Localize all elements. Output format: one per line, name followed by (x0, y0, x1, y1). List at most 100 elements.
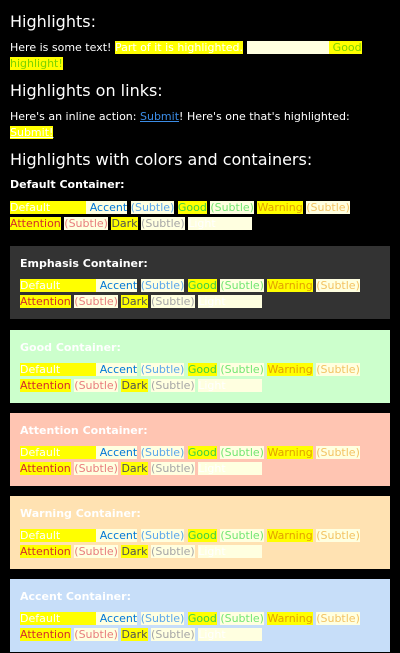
sample-dark-subtle: (Subtle) (151, 628, 195, 641)
container-title: Default Container: (10, 178, 125, 191)
good-highlight-text-2: highlight! (10, 57, 63, 70)
sample-attention-subtle: (Subtle) (74, 545, 118, 558)
sample-good: Good (187, 279, 217, 292)
sample-default: Default (10, 201, 87, 214)
sample-dark-subtle: (Subtle) (141, 217, 185, 230)
color-samples-row-2: Attention (Subtle) Dark (Subtle) Light (10, 216, 390, 232)
sample-accent-subtle: (Subtle) (140, 363, 185, 376)
sample-accent-subtle: (Subtle) (140, 279, 185, 292)
sample-dark: Dark (121, 462, 148, 475)
sample-light: Light (198, 545, 262, 558)
container-title: Warning Container: (20, 507, 141, 520)
sample-light: Light (188, 217, 252, 230)
sample-accent: Accent (99, 446, 138, 459)
plain-text: Here is some text! (10, 41, 115, 54)
sample-warning-subtle: (Subtle) (316, 446, 360, 459)
sample-dark: Dark (111, 217, 138, 230)
sample-dark-subtle: (Subtle) (151, 545, 195, 558)
sample-light: Light (198, 628, 262, 641)
sample-attention: Attention (10, 217, 61, 230)
container-title: Accent Container: (20, 590, 131, 603)
space-text (243, 41, 247, 54)
sample-light: Light (198, 462, 262, 475)
color-samples-row-1: Default Accent (Subtle) Good (Subtle) Wa… (10, 200, 390, 216)
links-text-1: Here's an inline action: (10, 110, 140, 123)
sample-attention: Attention (20, 545, 71, 558)
sample-good-subtle: (Subtle) (220, 446, 264, 459)
sample-default: Default (20, 446, 97, 459)
submit-link-highlighted[interactable]: Submit! (10, 126, 54, 139)
sample-default: Default (20, 279, 97, 292)
sample-warning: Warning (267, 279, 313, 292)
sample-dark-subtle: (Subtle) (151, 462, 195, 475)
sample-dark-subtle: (Subtle) (151, 295, 195, 308)
container-title: Emphasis Container: (20, 257, 148, 270)
sample-attention-subtle: (Subtle) (74, 295, 118, 308)
sample-dark: Dark (121, 628, 148, 641)
links-paragraph: Here's an inline action: Submit! Here's … (10, 109, 390, 141)
color-samples-row-2: Attention (Subtle) Dark (Subtle) Light (20, 544, 380, 560)
sample-accent: Accent (99, 363, 138, 376)
highlighted-text: Part of it is highlighted. (114, 41, 244, 54)
colors-heading: Highlights with colors and containers: (10, 150, 313, 169)
color-samples-row-1: Default Accent (Subtle) Good (Subtle) Wa… (20, 528, 380, 544)
accent-container: Accent Container: Default Accent (Subtle… (10, 579, 390, 652)
default-container: Default Container: Default Accent (Subtl… (10, 177, 390, 232)
sample-good-subtle: (Subtle) (220, 529, 264, 542)
sample-attention: Attention (20, 379, 71, 392)
sample-default: Default (20, 363, 97, 376)
lighter-highlight-text: Some is lighter (246, 41, 330, 54)
color-samples-row-1: Default Accent (Subtle) Good (Subtle) Wa… (20, 445, 380, 461)
sample-light: Light (198, 379, 262, 392)
container-title: Good Container: (20, 341, 121, 354)
sample-warning-subtle: (Subtle) (316, 279, 360, 292)
sample-warning: Warning (257, 201, 303, 214)
color-samples-row-1: Default Accent (Subtle) Good (Subtle) Wa… (20, 611, 380, 627)
color-samples-row-2: Attention (Subtle) Dark (Subtle) Light (20, 461, 380, 477)
sample-accent-subtle: (Subtle) (140, 446, 185, 459)
sample-good: Good (177, 201, 207, 214)
sample-warning: Warning (267, 363, 313, 376)
links-heading: Highlights on links: (10, 81, 163, 100)
color-samples-row-2: Attention (Subtle) Dark (Subtle) Light (20, 294, 380, 310)
sample-dark-subtle: (Subtle) (151, 379, 195, 392)
sample-dark: Dark (121, 295, 148, 308)
sample-good-subtle: (Subtle) (210, 201, 254, 214)
links-text-2: ! Here's one that's highlighted: (179, 110, 350, 123)
sample-warning: Warning (267, 446, 313, 459)
sample-attention: Attention (20, 462, 71, 475)
sample-accent-subtle: (Subtle) (140, 529, 185, 542)
sample-good: Good (187, 529, 217, 542)
sample-warning: Warning (267, 612, 313, 625)
sample-good-subtle: (Subtle) (220, 612, 264, 625)
sample-accent-subtle: (Subtle) (140, 612, 185, 625)
sample-good: Good (187, 612, 217, 625)
color-samples-row-1: Default Accent (Subtle) Good (Subtle) Wa… (20, 362, 380, 378)
sample-accent: Accent (99, 279, 138, 292)
adaptive-card: Highlights: Here is some text! Part of i… (0, 0, 400, 652)
sample-accent: Accent (99, 612, 138, 625)
sample-warning-subtle: (Subtle) (306, 201, 350, 214)
sample-warning: Warning (267, 529, 313, 542)
sample-dark: Dark (121, 379, 148, 392)
sample-accent-subtle: (Subtle) (130, 201, 175, 214)
good-container: Good Container: Default Accent (Subtle) … (10, 330, 390, 403)
sample-good-subtle: (Subtle) (220, 279, 264, 292)
attention-container: Attention Container: Default Accent (Sub… (10, 413, 390, 486)
color-samples-row-1: Default Accent (Subtle) Good (Subtle) Wa… (20, 278, 380, 294)
sample-default: Default (20, 612, 97, 625)
sample-attention: Attention (20, 628, 71, 641)
sample-warning-subtle: (Subtle) (316, 363, 360, 376)
submit-link[interactable]: Submit (140, 110, 179, 123)
sample-good: Good (187, 446, 217, 459)
sample-accent: Accent (99, 529, 138, 542)
sample-accent: Accent (89, 201, 128, 214)
sample-attention: Attention (20, 295, 71, 308)
sample-attention-subtle: (Subtle) (74, 379, 118, 392)
sample-warning-subtle: (Subtle) (316, 612, 360, 625)
highlights-heading: Highlights: (10, 12, 96, 31)
sample-attention-subtle: (Subtle) (74, 628, 118, 641)
sample-attention-subtle: (Subtle) (64, 217, 108, 230)
container-title: Attention Container: (20, 424, 148, 437)
highlights-paragraph: Here is some text! Part of it is highlig… (10, 40, 390, 72)
